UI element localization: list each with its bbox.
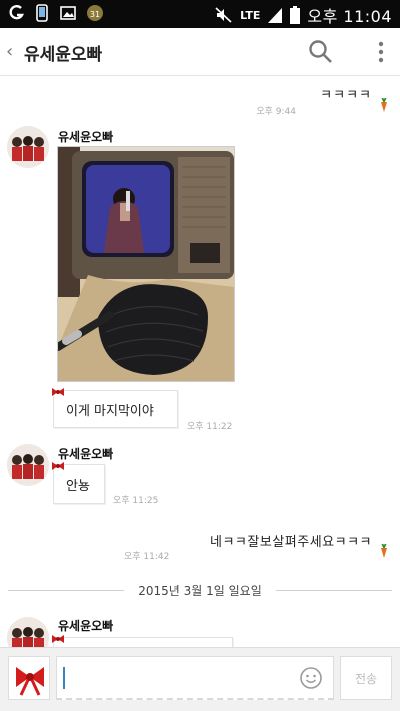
mute-icon: [215, 7, 232, 23]
avatar[interactable]: [7, 444, 49, 486]
date-divider-text: 2015년 3월 1일 일요일: [138, 584, 262, 598]
message-time: 오후 11:22: [187, 422, 233, 432]
message-input[interactable]: [56, 656, 334, 700]
network-type: LTE: [240, 8, 261, 22]
carrot-icon: [381, 544, 387, 558]
status-bar: 31 LTE 오후 11:04: [0, 0, 400, 28]
avatar-image: [7, 126, 49, 168]
incoming-message-bubble[interactable]: [53, 637, 233, 647]
send-button[interactable]: 전송: [340, 656, 392, 700]
message-input-bar: 전송: [0, 647, 400, 711]
incoming-message-text: 이게 마지막이야: [66, 404, 154, 419]
incoming-message-bubble[interactable]: 이게 마지막이야: [53, 390, 178, 428]
status-left-icons: 31: [8, 4, 104, 22]
gallery-icon: [60, 6, 76, 20]
app-logo-icon: [9, 5, 24, 20]
message-time: 오후 9:44: [256, 107, 296, 117]
outgoing-message-text[interactable]: ㅋㅋㅋㅋ: [320, 84, 372, 103]
calendar-badge-icon: 31: [87, 5, 103, 21]
incoming-message-text: 안뇽: [66, 479, 90, 494]
back-chevron-icon[interactable]: ‹: [6, 41, 13, 62]
emoji-icon[interactable]: [299, 666, 323, 690]
avatar-image: [7, 617, 49, 647]
send-button-label: 전송: [354, 671, 378, 686]
outgoing-message-text[interactable]: 네ㅋㅋ잘보살펴주세요ㅋㅋㅋ: [210, 531, 372, 550]
ribbon-icon: [16, 667, 44, 696]
chat-title: 유세윤오빠: [24, 45, 103, 65]
ribbon-icon: [52, 388, 64, 396]
text-caret: [63, 667, 65, 689]
message-time: 오후 11:25: [113, 496, 159, 506]
phone-icon: [36, 4, 48, 22]
status-right-icons: LTE 오후 11:04: [215, 3, 392, 27]
shared-photo[interactable]: [57, 146, 235, 382]
clock: 오후 11:04: [307, 7, 392, 26]
sticker-button[interactable]: [8, 656, 50, 700]
avatar[interactable]: [7, 126, 49, 168]
signal-icon: [268, 8, 283, 23]
calendar-badge-text: 31: [90, 10, 100, 19]
chat-area[interactable]: ㅋㅋㅋㅋ 오후 9:44 유세윤오빠 이게 마지막이야 오후 11:22 유세윤…: [0, 77, 400, 647]
message-time: 오후 11:42: [124, 552, 170, 562]
ribbon-icon: [52, 635, 64, 643]
more-menu-icon[interactable]: [378, 40, 384, 64]
battery-icon: [290, 6, 301, 24]
sender-name: 유세윤오빠: [58, 130, 114, 144]
date-divider: 2015년 3월 1일 일요일: [8, 580, 392, 600]
ribbon-icon: [52, 462, 64, 470]
carrot-icon: [381, 98, 387, 112]
search-icon[interactable]: [308, 39, 334, 65]
sender-name: 유세윤오빠: [58, 619, 114, 633]
avatar-image: [7, 444, 49, 486]
avatar[interactable]: [7, 617, 49, 647]
tv-photo-image: [58, 147, 234, 381]
chat-header: ‹ 유세윤오빠: [0, 28, 400, 76]
sender-name: 유세윤오빠: [58, 447, 114, 461]
